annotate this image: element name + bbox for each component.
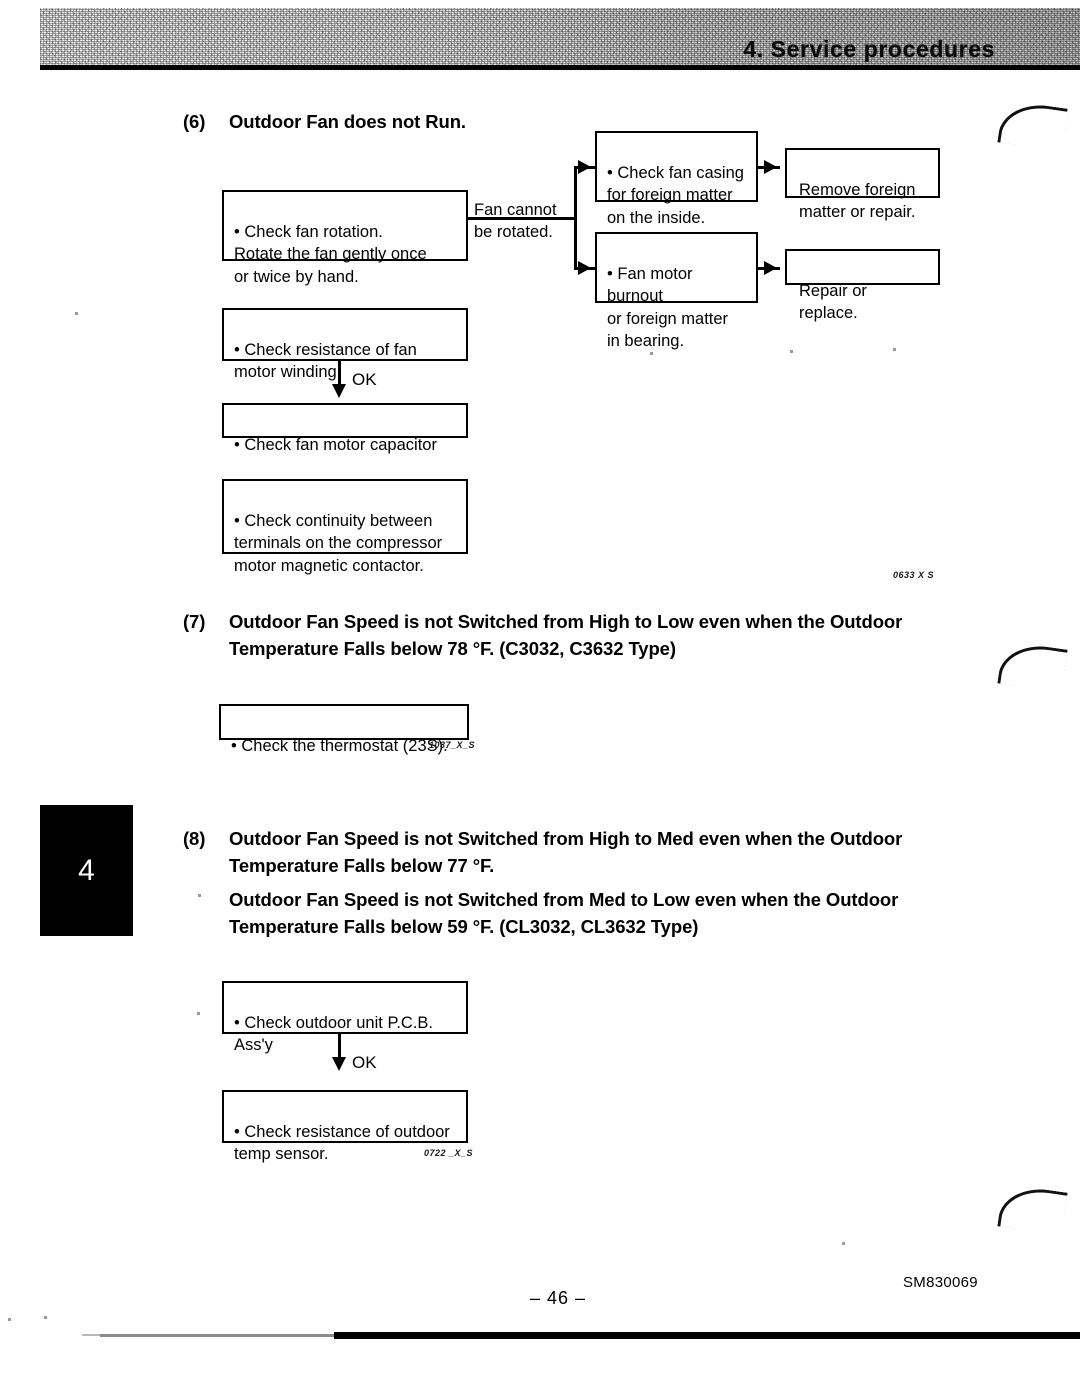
section-6-heading-text: Outdoor Fan does not Run. xyxy=(229,111,466,132)
ok-label-1-text: OK xyxy=(352,370,377,389)
section-6-heading: (6) Outdoor Fan does not Run. xyxy=(183,108,883,135)
connector-line-v-split xyxy=(574,166,577,270)
flow-box-repair-or-replace: Repair or replace. xyxy=(785,249,940,322)
section-7-number: (7) xyxy=(183,611,206,632)
figure-code-section-7-text: 1037_X_S xyxy=(429,740,476,750)
manual-page: 4. Service procedures 4 (6) Outdoor Fan … xyxy=(0,0,1080,1397)
section-8-heading: (8) Outdoor Fan Speed is not Switched fr… xyxy=(183,825,993,879)
section-8-number: (8) xyxy=(183,828,206,849)
flow-box-check-continuity: • Check continuity between terminals on … xyxy=(222,479,468,575)
flow-box-fan-motor-burnout-text: • Fan motor burnout or foreign matter in… xyxy=(607,264,729,351)
flow-label-fan-cannot-be-rotated-text: Fan cannot be rotated. xyxy=(474,200,557,242)
footer-rule-dark xyxy=(334,1332,1080,1339)
figure-code-section-6: 0633 X S xyxy=(893,570,934,580)
flow-box-check-fan-rotation-text: • Check fan rotation. Rotate the fan gen… xyxy=(234,222,427,286)
flow-box-check-outdoor-pcb: • Check outdoor unit P.C.B. Ass'y xyxy=(222,981,468,1054)
scan-speck xyxy=(790,350,793,353)
ok-label-2-text: OK xyxy=(352,1053,377,1072)
flow-box-check-resistance-fan-winding: • Check resistance of fan motor winding. xyxy=(222,308,468,381)
page-curl-artifact-top xyxy=(997,99,1068,152)
flow-box-check-fan-rotation: • Check fan rotation. Rotate the fan gen… xyxy=(222,190,468,286)
chapter-tab-number: 4 xyxy=(78,853,95,887)
arrow-to-repair-or-replace xyxy=(764,261,777,275)
section-7-heading: (7) Outdoor Fan Speed is not Switched fr… xyxy=(183,608,993,662)
flow-box-repair-or-replace-text: Repair or replace. xyxy=(799,281,867,323)
flow-box-check-temp-sensor-text: • Check resistance of outdoor temp senso… xyxy=(234,1122,450,1164)
page-number-text: – 46 – xyxy=(530,1288,587,1308)
flow-box-check-fan-casing-text: • Check fan casing for foreign matter on… xyxy=(607,163,744,227)
arrow-down-ok-2 xyxy=(332,1057,346,1071)
ok-label-2: OK xyxy=(352,1053,377,1073)
flow-box-check-continuity-text: • Check continuity between terminals on … xyxy=(234,511,443,575)
section-8-heading-text: Outdoor Fan Speed is not Switched from H… xyxy=(229,828,903,876)
section-8-heading-2: Outdoor Fan Speed is not Switched from M… xyxy=(229,886,994,940)
ok-label-1: OK xyxy=(352,370,377,390)
scan-speck xyxy=(8,1318,11,1321)
scan-speck xyxy=(893,348,896,351)
arrow-to-remove-foreign-matter xyxy=(764,160,777,174)
section-8-heading-2-text: Outdoor Fan Speed is not Switched from M… xyxy=(229,889,899,937)
arrow-to-check-fan-casing xyxy=(578,160,591,174)
flow-box-check-temp-sensor: • Check resistance of outdoor temp senso… xyxy=(222,1090,468,1163)
flow-box-remove-foreign-matter-text: Remove foreign matter or repair. xyxy=(799,180,916,222)
flow-box-check-thermostat: • Check the thermostat (23S). xyxy=(219,704,469,755)
scan-speck xyxy=(75,312,78,315)
chapter-tab-4: 4 xyxy=(40,805,133,936)
scan-speck xyxy=(197,1012,200,1015)
scan-speck xyxy=(198,894,201,897)
scan-speck xyxy=(842,1242,845,1245)
flow-box-check-fan-capacitor: • Check fan motor capacitor xyxy=(222,403,468,454)
flow-label-fan-cannot-be-rotated: Fan cannot be rotated. xyxy=(474,176,570,244)
figure-code-section-7: 1037_X_S xyxy=(429,740,475,750)
document-code-text: SM830069 xyxy=(903,1274,978,1291)
flow-box-check-fan-capacitor-text: • Check fan motor capacitor xyxy=(234,435,437,454)
page-number: – 46 – xyxy=(530,1288,586,1309)
figure-code-section-6-text: 0633 X S xyxy=(893,570,935,580)
section-7-heading-text: Outdoor Fan Speed is not Switched from H… xyxy=(229,611,903,659)
figure-code-section-8: 0722 _X_S xyxy=(424,1148,473,1158)
footer-rule-mid xyxy=(100,1334,334,1337)
document-code: SM830069 xyxy=(903,1274,978,1291)
page-title: 4. Service procedures xyxy=(743,36,995,69)
flow-box-check-outdoor-pcb-text: • Check outdoor unit P.C.B. Ass'y xyxy=(234,1013,433,1055)
flow-box-check-thermostat-text: • Check the thermostat (23S). xyxy=(231,736,448,755)
flow-box-fan-motor-burnout: • Fan motor burnout or foreign matter in… xyxy=(595,232,758,350)
scan-speck xyxy=(44,1316,47,1319)
page-header-banner: 4. Service procedures xyxy=(40,8,1080,70)
arrow-to-fan-motor-burnout xyxy=(578,261,591,275)
page-curl-artifact-bottom xyxy=(997,1183,1068,1236)
page-curl-artifact-mid xyxy=(997,640,1068,693)
flow-box-check-resistance-fan-winding-text: • Check resistance of fan motor winding. xyxy=(234,340,417,382)
figure-code-section-8-text: 0722 _X_S xyxy=(424,1148,474,1158)
section-6-number: (6) xyxy=(183,111,206,132)
flow-box-remove-foreign-matter: Remove foreign matter or repair. xyxy=(785,148,940,221)
connector-line-h-from-box1 xyxy=(468,217,576,220)
arrow-down-ok-1 xyxy=(332,384,346,398)
flow-box-check-fan-casing: • Check fan casing for foreign matter on… xyxy=(595,131,758,227)
